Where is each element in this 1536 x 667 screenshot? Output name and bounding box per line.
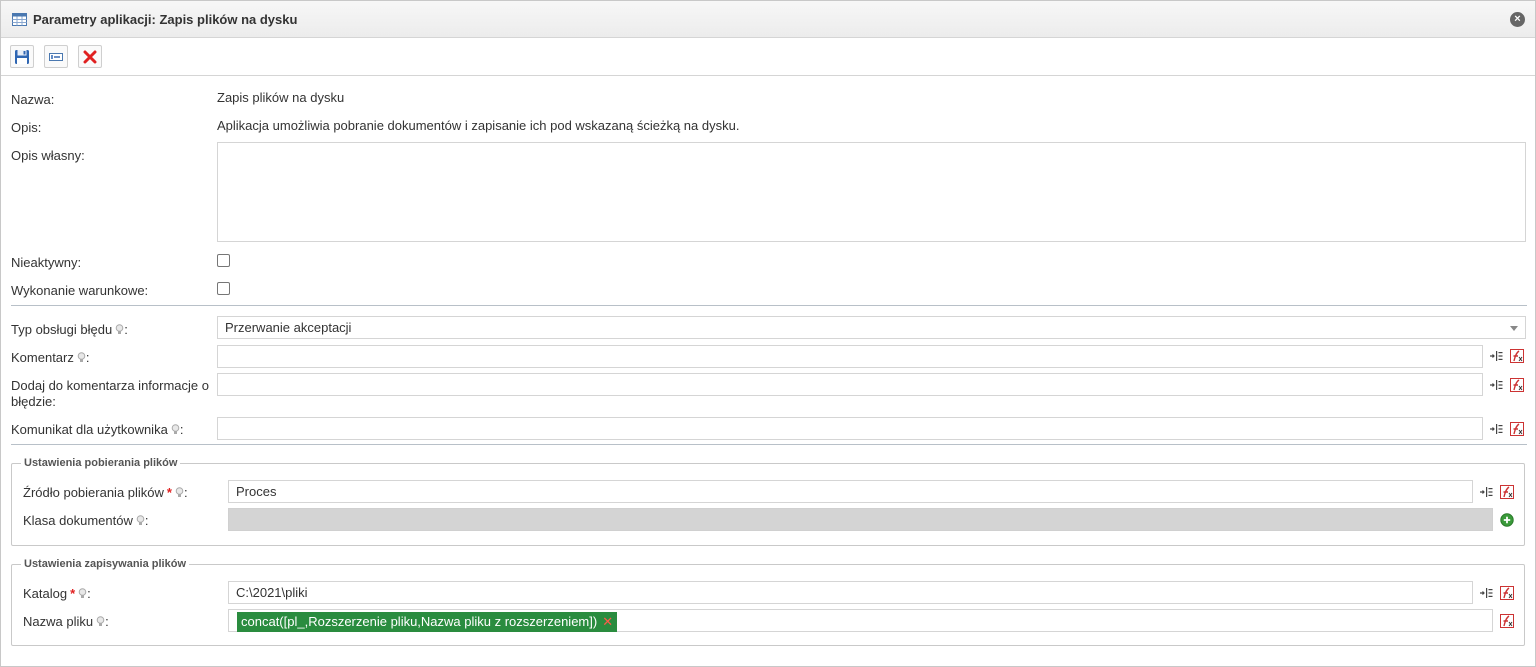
add-info-input[interactable] [217, 373, 1483, 396]
inactive-label: Nieaktywny: [11, 255, 82, 270]
insert-variable-icon[interactable] [1489, 349, 1503, 363]
download-settings-group [11, 463, 1525, 546]
hint-bulb-icon[interactable] [136, 514, 145, 530]
download-settings-legend: Ustawienia pobierania plików [21, 457, 181, 469]
function-editor-icon[interactable] [1510, 422, 1524, 436]
edit-field-button[interactable] [44, 45, 68, 68]
filename-label-text: Nazwa pliku [23, 614, 94, 629]
hint-bulb-icon[interactable] [77, 351, 86, 367]
function-editor-icon[interactable] [1500, 485, 1514, 499]
insert-variable-icon[interactable] [1479, 586, 1493, 600]
window-title: Parametry aplikacji: Zapis plików na dys… [33, 12, 298, 27]
error-type-select[interactable]: Przerwanie akceptacji [217, 316, 1526, 339]
chevron-down-icon[interactable] [1510, 326, 1518, 331]
doc-class-input [228, 508, 1493, 531]
app-params-window: Parametry aplikacji: Zapis plików na dys… [0, 0, 1536, 667]
comment-input[interactable] [217, 345, 1483, 368]
add-icon[interactable] [1500, 513, 1514, 527]
insert-variable-icon[interactable] [1489, 422, 1503, 436]
inactive-checkbox[interactable] [217, 254, 230, 267]
delete-button[interactable] [78, 45, 102, 68]
insert-variable-icon[interactable] [1479, 485, 1493, 499]
own-description-textarea[interactable] [217, 142, 1526, 242]
table-icon [12, 13, 27, 29]
source-input[interactable]: Proces [228, 480, 1473, 503]
hint-bulb-icon[interactable] [175, 486, 184, 502]
name-value: Zapis plików na dysku [217, 90, 345, 105]
save-settings-group [11, 564, 1525, 646]
comment-label: Komentarz: [11, 350, 90, 367]
hint-bulb-icon[interactable] [171, 423, 180, 439]
function-editor-icon[interactable] [1500, 586, 1514, 600]
error-type-label: Typ obsługi błędu: [11, 322, 128, 339]
conditional-checkbox[interactable] [217, 282, 230, 295]
add-info-label: Dodaj do komentarza informacje o błędzie… [11, 378, 209, 409]
filename-expression-text: concat([pl_,Rozszerzenie pliku,Nazwa pli… [241, 614, 598, 629]
function-editor-icon[interactable] [1500, 614, 1514, 628]
doc-class-label-text: Klasa dokumentów [23, 513, 133, 528]
comment-label-text: Komentarz [11, 350, 74, 365]
user-message-input[interactable] [217, 417, 1483, 440]
catalog-input[interactable]: C:\2021\pliki [228, 581, 1473, 604]
user-message-label-text: Komunikat dla użytkownika [11, 422, 168, 437]
description-label: Opis: [11, 120, 42, 135]
catalog-label: Katalog *: [23, 586, 91, 603]
required-marker: * [70, 586, 76, 601]
edit-field-icon [49, 52, 63, 61]
name-label: Nazwa: [11, 92, 55, 107]
catalog-label-text: Katalog [23, 586, 68, 601]
hint-bulb-icon[interactable] [115, 323, 124, 339]
conditional-label: Wykonanie warunkowe: [11, 283, 149, 298]
delete-icon [83, 50, 97, 63]
required-marker: * [166, 485, 172, 500]
hint-bulb-icon[interactable] [78, 587, 87, 603]
function-editor-icon[interactable] [1510, 349, 1524, 363]
user-message-label: Komunikat dla użytkownika: [11, 422, 184, 439]
divider [11, 305, 1527, 306]
save-icon [15, 49, 29, 64]
filename-label: Nazwa pliku: [23, 614, 109, 631]
close-icon[interactable]: × [1510, 12, 1525, 27]
remove-tag-icon[interactable]: ✕ [602, 614, 613, 629]
doc-class-label: Klasa dokumentów: [23, 513, 149, 530]
source-label: Źródło pobierania plików *: [23, 485, 188, 502]
hint-bulb-icon[interactable] [96, 615, 105, 631]
filename-expression-tag[interactable]: concat([pl_,Rozszerzenie pliku,Nazwa pli… [237, 612, 618, 632]
title-bar: Parametry aplikacji: Zapis plików na dys… [1, 1, 1535, 38]
error-type-selected: Przerwanie akceptacji [225, 320, 352, 335]
source-label-text: Źródło pobierania plików [23, 485, 164, 500]
insert-variable-icon[interactable] [1489, 378, 1503, 392]
save-settings-legend: Ustawienia zapisywania plików [21, 558, 189, 570]
own-description-label: Opis własny: [11, 148, 85, 163]
save-button[interactable] [10, 45, 34, 68]
description-value: Aplikacja umożliwia pobranie dokumentów … [217, 118, 740, 133]
function-editor-icon[interactable] [1510, 378, 1524, 392]
divider [11, 444, 1527, 445]
toolbar [1, 39, 1535, 76]
error-type-label-text: Typ obsługi błędu [11, 322, 113, 337]
